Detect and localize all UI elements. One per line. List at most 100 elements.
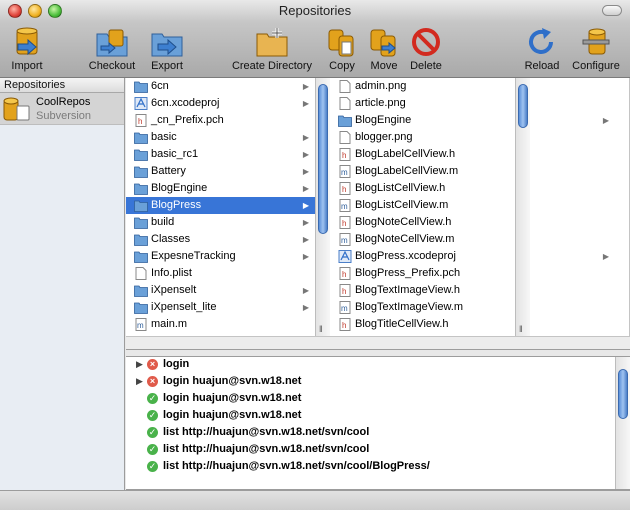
column-1-scroll-thumb[interactable] (318, 84, 328, 234)
column-1-row-name: Classes (151, 233, 191, 245)
column-1-row[interactable]: 6cn.xcodeproj ▶ (126, 95, 329, 112)
column-2-row[interactable]: admin.png (330, 78, 629, 95)
column-1-row-name: build (151, 216, 175, 228)
column-1-row[interactable]: Classes ▶ (126, 231, 329, 248)
log-entry[interactable]: ✓ login huajun@svn.w18.net (126, 390, 615, 407)
move-button[interactable]: Move (366, 26, 402, 76)
column-1-row[interactable]: m main.m (126, 316, 329, 333)
error-x-icon: × (147, 359, 158, 370)
delete-icon (412, 28, 440, 56)
column-1-row-name: BlogPress (151, 199, 202, 211)
file-icon (339, 97, 351, 110)
column-2-row-name: BlogLabelCellView.m (355, 165, 459, 177)
column-2-row[interactable]: m BlogNoteCellView.m (330, 231, 629, 248)
header-file-icon: h (339, 148, 351, 161)
status-bar (0, 490, 630, 510)
import-label: Import (11, 60, 43, 72)
file-icon (339, 131, 351, 144)
column-2-row-name: admin.png (355, 80, 407, 92)
success-check-icon: ✓ (147, 444, 158, 455)
column-1-row[interactable]: iXpenselt_lite ▶ (126, 299, 329, 316)
svg-text:m: m (341, 168, 348, 177)
folder-icon (134, 217, 148, 229)
m-file-icon: m (339, 301, 351, 314)
column-1-row[interactable]: ExpesneTracking ▶ (126, 248, 329, 265)
column-2-row[interactable]: h BlogTextImageView.h (330, 282, 629, 299)
column-1-row[interactable]: BlogPress ▶ (126, 197, 329, 214)
log-entry[interactable]: ✓ list http://huajun@svn.w18.net/svn/cool (126, 441, 615, 458)
column-2-row[interactable]: m BlogListCellView.m (330, 197, 629, 214)
delete-button[interactable]: Delete (406, 26, 446, 76)
expand-triangle-icon[interactable]: ▶ (136, 357, 143, 373)
column-2-row[interactable]: m BlogTextImageView.m (330, 299, 629, 316)
column-2-row[interactable]: BlogPress.xcodeproj ▶ (330, 248, 629, 265)
configure-icon (582, 28, 610, 55)
column-resize-handle[interactable]: ‖ (519, 324, 523, 334)
column-1-row[interactable]: h _cn_Prefix.pch (126, 112, 329, 129)
zoom-window-button[interactable] (48, 4, 62, 18)
column-2-row-name: BlogTextImageView.m (355, 301, 464, 313)
disclosure-arrow-icon: ▶ (302, 286, 309, 295)
minimize-window-button[interactable] (28, 4, 42, 18)
column-1-row[interactable]: BlogEngine ▶ (126, 180, 329, 197)
repository-item[interactable]: CoolRepos Subversion (0, 93, 124, 125)
log-scroll-thumb[interactable] (618, 369, 628, 419)
log-entry[interactable]: ✓ list http://huajun@svn.w18.net/svn/cool… (126, 458, 615, 475)
copy-button[interactable]: Copy (324, 26, 360, 76)
log-entry[interactable]: ✓ login huajun@svn.w18.net (126, 407, 615, 424)
column-2-row[interactable]: BlogEngine ▶ (330, 112, 629, 129)
import-button[interactable]: Import (4, 26, 50, 76)
column-2-row[interactable]: article.png (330, 95, 629, 112)
checkout-button[interactable]: Checkout (86, 26, 138, 76)
column-2-scroll-thumb[interactable] (518, 84, 528, 128)
column-2-row[interactable]: h BlogLabelCellView.h (330, 146, 629, 163)
toolbar-toggle-button[interactable] (602, 5, 622, 16)
column-1-row[interactable]: basic ▶ (126, 129, 329, 146)
log-entry[interactable]: ▶ × login huajun@svn.w18.net (126, 373, 615, 390)
column-resize-handle[interactable]: ‖ (319, 324, 323, 334)
configure-button[interactable]: Configure (568, 26, 624, 76)
header-file-icon: h (339, 284, 351, 297)
toolbar: Import Checkout Export Create Directory … (0, 22, 630, 78)
expand-triangle-icon[interactable]: ▶ (136, 373, 143, 390)
configure-label: Configure (572, 60, 620, 72)
log-entry[interactable]: ▶ × login (126, 357, 615, 373)
column-1-row[interactable]: basic_rc1 ▶ (126, 146, 329, 163)
browser-column-1: 6cn ▶ 6cn.xcodeproj ▶ h _cn_Prefix.pch basic ▶ b… (126, 78, 330, 349)
column-2-row[interactable]: blogger.png (330, 129, 629, 146)
create-directory-button[interactable]: Create Directory (226, 26, 318, 76)
close-window-button[interactable] (8, 4, 22, 18)
column-2-row-name: BlogEngine (355, 114, 412, 126)
disclosure-arrow-icon: ▶ (602, 252, 609, 261)
column-1-row[interactable]: 6cn ▶ (126, 78, 329, 95)
column-2-row[interactable]: h BlogTitleCellView.h (330, 316, 629, 333)
export-button[interactable]: Export (146, 26, 188, 76)
browser-horizontal-scrollbar[interactable] (126, 336, 630, 349)
log-entry-text: list http://huajun@svn.w18.net/svn/cool (163, 443, 370, 455)
column-2-row[interactable]: h BlogPress_Prefix.pch (330, 265, 629, 282)
column-2-scrollbar[interactable]: ‖ (515, 78, 530, 336)
column-2-row[interactable]: h BlogListCellView.h (330, 180, 629, 197)
column-1-row[interactable]: Battery ▶ (126, 163, 329, 180)
column-1-row[interactable]: iXpenselt ▶ (126, 282, 329, 299)
m-file-icon: m (339, 199, 351, 212)
folder-icon (134, 183, 148, 195)
disclosure-arrow-icon: ▶ (302, 133, 309, 142)
log-entry[interactable]: ✓ list http://huajun@svn.w18.net/svn/cool (126, 424, 615, 441)
activity-log: ▶ × login ▶ × login huajun@svn.w18.net ✓ login … (126, 356, 630, 490)
log-entry-text: list http://huajun@svn.w18.net/svn/cool/… (163, 460, 430, 472)
reload-icon (529, 28, 553, 54)
column-1-scrollbar[interactable]: ‖ (315, 78, 330, 336)
log-entry-text: login huajun@svn.w18.net (163, 392, 302, 404)
column-1-row[interactable]: build ▶ (126, 214, 329, 231)
reload-button[interactable]: Reload (522, 26, 562, 76)
column-2-row[interactable]: m BlogLabelCellView.m (330, 163, 629, 180)
column-1-row[interactable]: Info.plist (126, 265, 329, 282)
repository-icon (3, 97, 30, 121)
header-file-icon: h (135, 114, 147, 127)
column-2-row[interactable]: h BlogNoteCellView.h (330, 214, 629, 231)
checkout-label: Checkout (88, 60, 136, 72)
log-scrollbar[interactable] (615, 357, 630, 489)
svg-text:h: h (342, 151, 346, 160)
svg-text:m: m (341, 202, 348, 211)
